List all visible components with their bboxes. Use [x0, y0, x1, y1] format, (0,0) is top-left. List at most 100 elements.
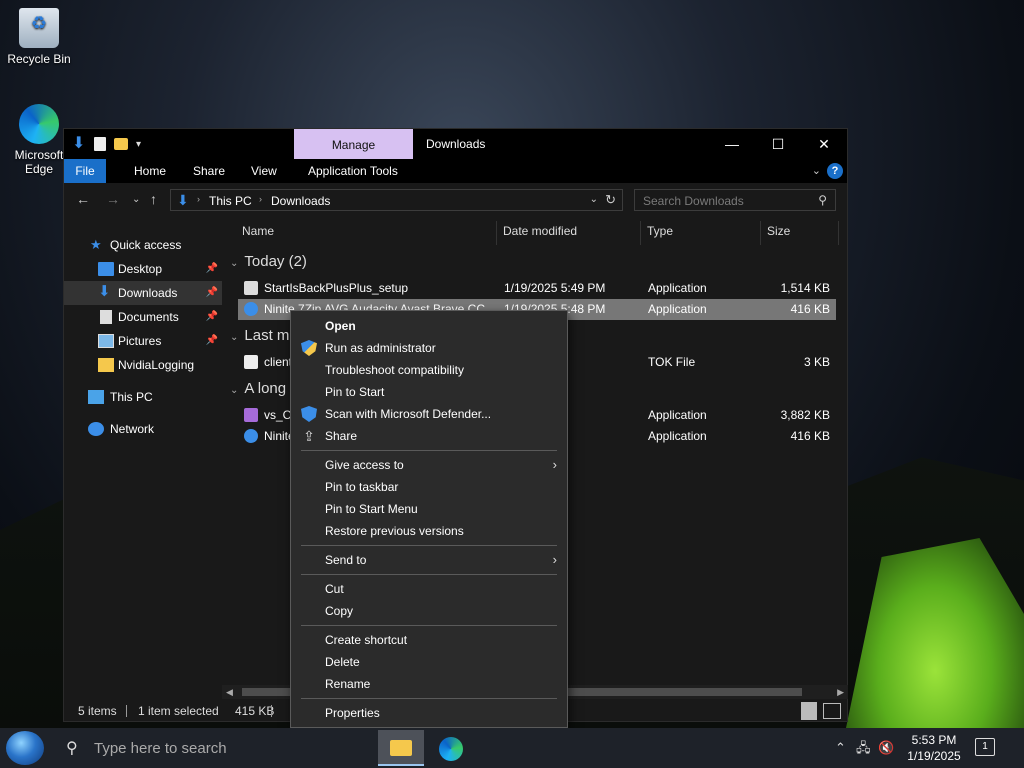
column-divider[interactable] — [760, 221, 761, 245]
address-bar[interactable]: ⬇ › This PC › Downloads ⌄ ↻ — [170, 189, 623, 211]
help-icon[interactable]: ? — [827, 163, 843, 179]
sidebar-item-label: Downloads — [118, 286, 178, 300]
network-tray-icon[interactable]: 🖧 — [856, 728, 871, 768]
file-size: 1,514 KB — [780, 281, 830, 295]
item-count: 5 items — [78, 704, 117, 718]
sidebar-item-this-pc[interactable]: This PC — [64, 385, 222, 409]
download-icon: ⬇ — [98, 283, 111, 300]
sidebar-item-label: Pictures — [118, 334, 162, 348]
edge-icon — [19, 104, 59, 144]
sidebar-item-nvidialogging[interactable]: NvidiaLogging — [64, 353, 222, 377]
sidebar-item-documents[interactable]: Documents 📌 — [64, 305, 222, 329]
up-arrow-icon[interactable]: ↑ — [150, 191, 157, 207]
close-button[interactable]: ✕ — [801, 129, 847, 159]
forward-arrow-icon[interactable]: → — [106, 191, 120, 207]
menu-item-properties[interactable]: Properties — [291, 702, 567, 724]
taskbar-edge[interactable] — [428, 730, 474, 766]
menu-item-pin-to-taskbar[interactable]: Pin to taskbar — [291, 476, 567, 498]
desktop-icon-recycle-bin[interactable]: Recycle Bin — [3, 8, 75, 66]
taskbar-search-box[interactable]: ⚲ Type here to search — [54, 728, 374, 768]
start-button[interactable] — [6, 731, 44, 765]
tab-share[interactable]: Share — [181, 159, 237, 183]
menu-item-scan-with-defender[interactable]: Scan with Microsoft Defender... — [291, 403, 567, 425]
large-icons-view-icon[interactable] — [823, 703, 841, 719]
column-divider[interactable] — [640, 221, 641, 245]
taskbar-file-explorer[interactable] — [378, 730, 424, 766]
chevron-right-icon[interactable]: › — [197, 194, 200, 204]
chevron-right-icon: › — [552, 457, 557, 472]
file-type: Application — [648, 429, 707, 443]
breadcrumb-downloads[interactable]: Downloads — [271, 194, 330, 208]
chevron-right-icon[interactable]: › — [259, 194, 262, 204]
tab-view[interactable]: View — [239, 159, 289, 183]
tab-manage[interactable]: Manage — [294, 129, 413, 159]
menu-item-troubleshoot-compatibility[interactable]: Troubleshoot compatibility — [291, 359, 567, 381]
group-header-last-month[interactable]: ⌄ Last m — [230, 327, 289, 344]
customize-toolbar-icon[interactable]: ▾ — [136, 139, 141, 150]
volume-muted-icon[interactable]: 🔇 — [878, 728, 894, 768]
menu-item-open[interactable]: Open — [291, 315, 567, 337]
show-hidden-icons-icon[interactable]: ⌃ — [835, 728, 846, 768]
column-header-size[interactable]: Size — [767, 215, 790, 247]
navigation-pane: ★ Quick access Desktop 📌 ⬇ Downloads 📌 D… — [64, 229, 222, 687]
menu-item-rename[interactable]: Rename — [291, 673, 567, 695]
menu-item-share[interactable]: ⇪ Share — [291, 425, 567, 447]
download-arrow-icon: ⬇ — [72, 135, 86, 152]
menu-item-cut[interactable]: Cut — [291, 578, 567, 600]
menu-separator — [301, 698, 557, 699]
taskbar-search-placeholder: Type here to search — [94, 740, 227, 757]
scroll-right-icon[interactable]: ▶ — [837, 685, 844, 699]
file-name: StartIsBackPlusPlus_setup — [264, 281, 409, 295]
tab-home[interactable]: Home — [122, 159, 178, 183]
sidebar-item-network[interactable]: Network — [64, 417, 222, 441]
table-row[interactable]: StartIsBackPlusPlus_setup 1/19/2025 5:49… — [238, 278, 836, 299]
menu-item-label: Share — [325, 429, 358, 443]
menu-item-pin-to-start[interactable]: Pin to Start — [291, 381, 567, 403]
sidebar-item-desktop[interactable]: Desktop 📌 — [64, 257, 222, 281]
address-dropdown-icon[interactable]: ⌄ — [590, 194, 598, 205]
column-header-name[interactable]: Name — [242, 215, 274, 247]
search-input[interactable]: Search Downloads ⚲ — [634, 189, 836, 211]
menu-item-copy[interactable]: Copy — [291, 600, 567, 622]
file-type: TOK File — [648, 355, 696, 369]
new-folder-icon[interactable] — [114, 138, 128, 150]
back-arrow-icon[interactable]: ← — [76, 191, 90, 207]
menu-item-give-access-to[interactable]: Give access to › — [291, 454, 567, 476]
group-header-a-long-time-ago[interactable]: ⌄ A long — [230, 380, 286, 397]
menu-item-delete[interactable]: Delete — [291, 651, 567, 673]
sidebar-item-quick-access[interactable]: ★ Quick access — [64, 233, 222, 257]
maximize-button[interactable]: ☐ — [755, 129, 801, 159]
ninite-icon — [244, 429, 258, 443]
menu-item-label: Delete — [325, 655, 360, 669]
menu-item-label: Run as administrator — [325, 341, 436, 355]
clock[interactable]: 5:53 PM 1/19/2025 — [900, 732, 968, 764]
column-divider[interactable] — [496, 221, 497, 245]
title-bar[interactable]: ⬇ ▾ Manage Downloads — ☐ ✕ — [64, 129, 847, 159]
refresh-icon[interactable]: ↻ — [605, 192, 616, 208]
menu-item-label: Cut — [325, 582, 344, 596]
column-header-type[interactable]: Type — [647, 215, 673, 247]
menu-item-create-shortcut[interactable]: Create shortcut — [291, 629, 567, 651]
tab-application-tools[interactable]: Application Tools — [296, 159, 410, 183]
menu-item-pin-to-start-menu[interactable]: Pin to Start Menu — [291, 498, 567, 520]
menu-item-restore-previous-versions[interactable]: Restore previous versions — [291, 520, 567, 542]
expand-ribbon-icon[interactable]: ⌄ — [812, 164, 821, 177]
details-view-icon[interactable] — [801, 702, 817, 720]
menu-item-label: Properties — [325, 706, 380, 720]
ninite-icon — [244, 302, 258, 316]
menu-item-run-as-administrator[interactable]: Run as administrator — [291, 337, 567, 359]
sidebar-item-pictures[interactable]: Pictures 📌 — [64, 329, 222, 353]
scroll-left-icon[interactable]: ◀ — [226, 685, 233, 699]
sidebar-item-downloads[interactable]: ⬇ Downloads 📌 — [64, 281, 222, 305]
group-header-today[interactable]: ⌄ Today (2) — [230, 253, 307, 270]
menu-item-send-to[interactable]: Send to › — [291, 549, 567, 571]
minimize-button[interactable]: — — [709, 129, 755, 159]
notification-center-icon[interactable]: 1 — [975, 738, 995, 756]
column-divider[interactable] — [838, 221, 839, 245]
breadcrumb-this-pc[interactable]: This PC — [209, 194, 252, 208]
tab-file[interactable]: File — [64, 159, 106, 183]
clock-date: 1/19/2025 — [907, 749, 961, 763]
recent-locations-icon[interactable]: ⌄ — [132, 194, 140, 205]
properties-icon[interactable] — [94, 137, 106, 151]
column-header-date-modified[interactable]: Date modified — [503, 215, 577, 247]
